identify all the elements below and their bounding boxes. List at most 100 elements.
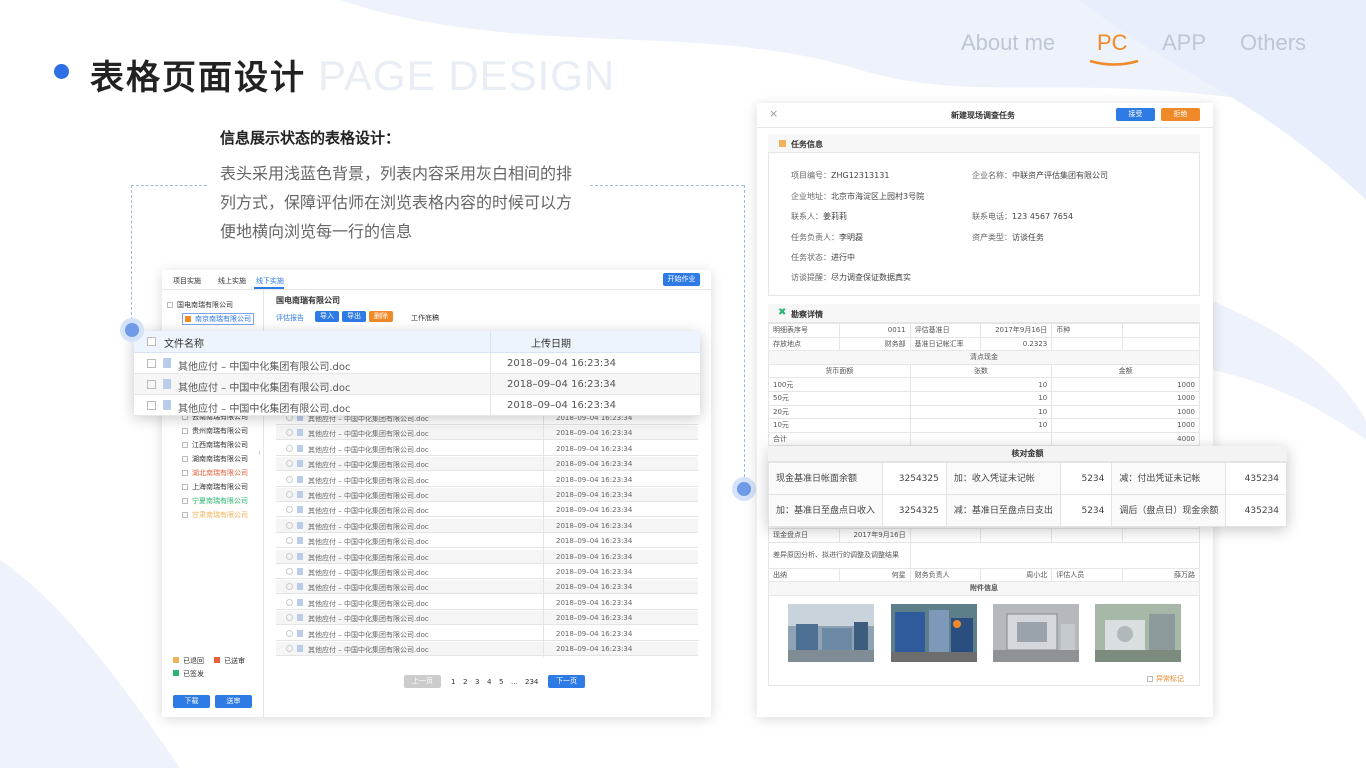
table-row[interactable]: 其他应付 – 中国中化集团有限公司.doc 2018–09–04 16:23:34 (276, 627, 698, 641)
tab-offline[interactable]: 线下实施 (256, 276, 284, 286)
tab-online[interactable]: 线上实施 (218, 276, 246, 286)
legend-dot (173, 670, 179, 676)
table-row[interactable]: 其他应付 – 中国中化集团有限公司.doc 2018–09–04 16:23:34 (276, 642, 698, 656)
checkbox-icon[interactable] (286, 460, 293, 468)
legend-dot (173, 657, 179, 663)
table-row[interactable]: 其他应付 – 中国中化集团有限公司.doc 2018–09–04 16:23:34 (276, 549, 698, 564)
checkbox-icon[interactable] (286, 568, 293, 575)
nav-pc[interactable]: PC (1097, 30, 1128, 56)
cell-label: 基准日记帐汇率 (909, 336, 982, 352)
page-link[interactable]: 5 (499, 678, 503, 686)
nav-others[interactable]: Others (1240, 30, 1306, 56)
checkbox-icon[interactable] (286, 645, 293, 652)
checkbox-icon[interactable] (286, 552, 293, 560)
divider (162, 289, 711, 290)
checkbox-icon[interactable] (286, 491, 293, 498)
field-proj-no: 项目编号：ZHG12313131 (791, 171, 890, 180)
table-row[interactable]: 其他应付 – 中国中化集团有限公司.doc 2018–09–04 16:23:34 (134, 374, 700, 395)
nav-about[interactable]: About me (961, 30, 1055, 56)
attachment-photo[interactable] (891, 604, 977, 662)
table-row[interactable]: 其他应付 – 中国中化集团有限公司.doc 2018–09–04 16:23:34 (276, 488, 698, 502)
next-page-button[interactable]: 下一页 (548, 675, 585, 688)
table-row[interactable]: 其他应付 – 中国中化集团有限公司.doc 2018–09–04 16:23:34 (276, 611, 698, 626)
submit-button[interactable]: 送审 (215, 695, 252, 708)
table-row[interactable]: 其他应付 – 中国中化集团有限公司.doc 2018–09–04 16:23:34 (276, 442, 698, 456)
tab-draft[interactable]: 工作底稿 (411, 313, 439, 323)
tree-item[interactable]: 贵州南瑞有限公司 (182, 426, 248, 436)
table-row[interactable]: 其他应付 – 中国中化集团有限公司.doc 2018–09–04 16:23:34 (276, 596, 698, 610)
checkbox-icon[interactable] (286, 475, 293, 483)
import-button[interactable]: 导入 (315, 311, 339, 322)
checkbox-icon[interactable] (182, 442, 188, 448)
checkbox-icon[interactable] (286, 429, 293, 437)
reject-button[interactable]: 拒绝 (1161, 108, 1200, 121)
checkbox-icon[interactable] (286, 598, 293, 606)
table-row[interactable]: 其他应付 – 中国中化集团有限公司.doc 2018–09–04 16:23:34 (276, 457, 698, 472)
checkbox-icon[interactable] (182, 428, 188, 434)
table-row[interactable]: 其他应付 – 中国中化集团有限公司.doc 2018–09–04 16:23:34 (276, 503, 698, 518)
attachment-photo[interactable] (1095, 604, 1181, 662)
checkbox-icon[interactable] (286, 506, 293, 514)
attachment-photo[interactable] (993, 604, 1079, 662)
checkbox-icon[interactable] (286, 614, 293, 622)
close-icon[interactable]: × (769, 107, 778, 120)
page-link[interactable]: 234 (525, 678, 538, 686)
tree-item[interactable]: 上海南瑞有限公司 (182, 482, 248, 492)
cash-cell: 1000 (1051, 390, 1200, 406)
tree-item[interactable]: 宁夏南瑞有限公司 (182, 496, 248, 506)
legend-sent: 已送审 (214, 656, 245, 666)
checkbox-icon[interactable] (286, 583, 293, 591)
checkbox-icon[interactable] (182, 484, 188, 490)
table-row[interactable]: 其他应付 – 中国中化集团有限公司.doc 2018–09–04 16:23:34 (276, 518, 698, 533)
checkbox-icon[interactable] (182, 456, 188, 462)
cell-label: 评估人员 (1051, 567, 1124, 583)
table-row[interactable]: 其他应付 – 中国中化集团有限公司.doc 2018–09–04 16:23:34 (276, 580, 698, 595)
checkbox-icon[interactable] (182, 498, 188, 504)
tree-item-selected[interactable]: 南京南瑞有限公司 (182, 313, 254, 325)
abnormal-mark[interactable]: 异常标记 (1147, 674, 1184, 684)
checkbox-icon[interactable] (182, 470, 188, 476)
table-row[interactable]: 其他应付 – 中国中化集团有限公司.doc 2018–09–04 16:23:34 (276, 534, 698, 549)
delete-button[interactable]: 删除 (369, 311, 393, 322)
export-button[interactable]: 导出 (342, 311, 366, 322)
doc-icon (297, 614, 303, 622)
cell-label: 出纳 (768, 567, 840, 583)
tree-item[interactable]: 湖南南瑞有限公司 (182, 454, 248, 464)
tab-project[interactable]: 项目实施 (173, 276, 201, 286)
table-row[interactable]: 其他应付 – 中国中化集团有限公司.doc 2018–09–04 16:23:34 (276, 473, 698, 487)
checkbox-icon[interactable] (147, 380, 156, 389)
table-row[interactable]: 其他应付 – 中国中化集团有限公司.doc 2018–09–04 16:23:34 (134, 353, 700, 374)
prev-page-button[interactable]: 上一页 (404, 675, 441, 688)
checkbox-icon[interactable] (167, 302, 173, 308)
tree-root[interactable]: 国电南瑞有限公司 (167, 300, 233, 310)
download-button[interactable]: 下载 (173, 695, 210, 708)
page-link[interactable]: 3 (475, 678, 479, 686)
tree-item[interactable]: 湖北南瑞有限公司 (182, 468, 248, 478)
checkbox-icon[interactable] (147, 359, 156, 368)
start-work-button[interactable]: 开始作业 (663, 273, 700, 286)
attachment-photo[interactable] (788, 604, 874, 662)
tree-item[interactable]: 甘肃南瑞有限公司 (182, 510, 248, 520)
page-link[interactable]: 1 (451, 678, 455, 686)
tree-item[interactable]: 江西南瑞有限公司 (182, 440, 248, 450)
checkbox-icon[interactable] (286, 521, 293, 529)
page-link[interactable]: 4 (487, 678, 491, 686)
table-row[interactable]: 其他应付 – 中国中化集团有限公司.doc 2018–09–04 16:23:34 (276, 426, 698, 441)
checkbox-icon[interactable] (286, 444, 293, 452)
nav-app[interactable]: APP (1162, 30, 1206, 56)
checkbox-icon[interactable] (182, 512, 188, 518)
table-row[interactable]: 其他应付 – 中国中化集团有限公司.doc 2018–09–04 16:23:34 (276, 565, 698, 579)
checkbox-icon[interactable] (185, 316, 191, 322)
col-divider (543, 411, 544, 657)
checkbox-icon[interactable] (147, 337, 156, 346)
page-link[interactable]: 2 (463, 678, 467, 686)
checkbox-icon[interactable] (286, 629, 293, 637)
doc-icon (163, 358, 171, 368)
checkbox-icon[interactable] (147, 401, 156, 410)
checkbox-icon[interactable] (1147, 676, 1153, 682)
accept-button[interactable]: 接受 (1116, 108, 1155, 121)
tab-report[interactable]: 评估报告 (276, 313, 304, 323)
checkbox-icon[interactable] (286, 537, 293, 545)
table-row[interactable]: 其他应付 – 中国中化集团有限公司.doc 2018–09–04 16:23:34 (134, 395, 700, 416)
collapse-arrow-icon[interactable]: ‹ (258, 449, 261, 457)
